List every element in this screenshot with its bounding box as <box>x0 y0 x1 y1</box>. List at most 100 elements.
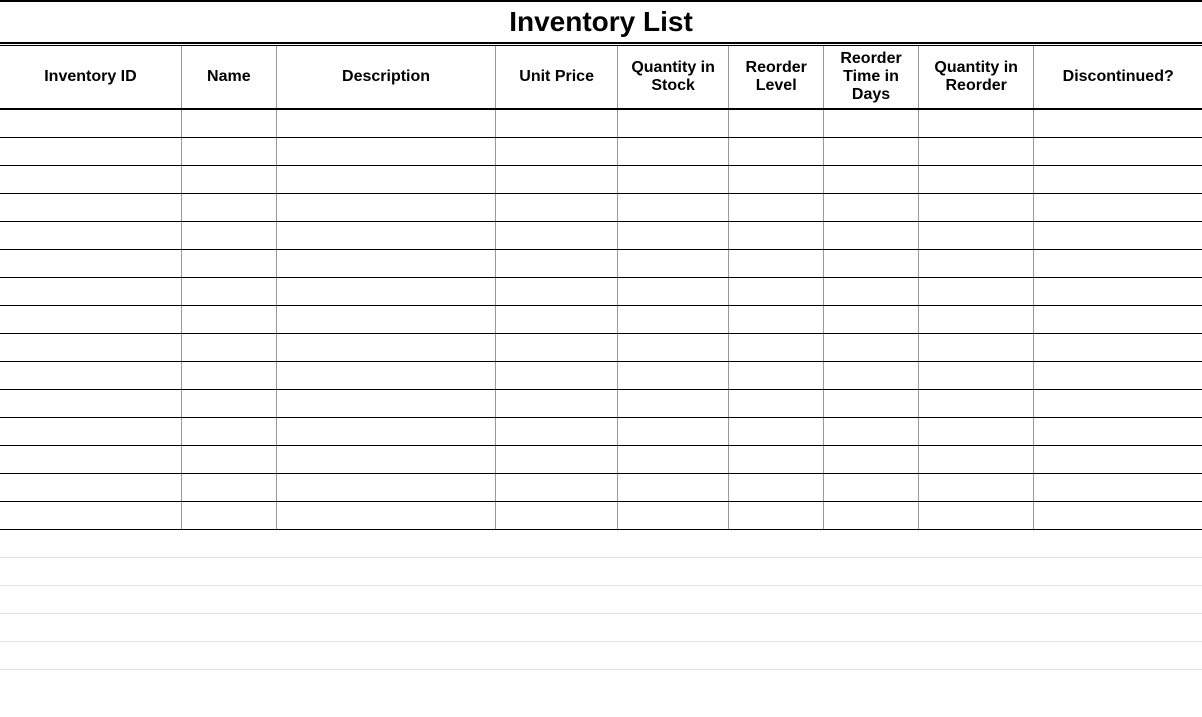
table-cell[interactable] <box>1034 221 1202 249</box>
table-cell[interactable] <box>181 585 276 613</box>
table-cell[interactable] <box>1034 277 1202 305</box>
table-cell[interactable] <box>617 249 728 277</box>
table-cell[interactable] <box>496 613 618 641</box>
table-cell[interactable] <box>0 557 181 585</box>
table-cell[interactable] <box>617 165 728 193</box>
table-cell[interactable] <box>729 585 824 613</box>
table-cell[interactable] <box>276 305 496 333</box>
table-cell[interactable] <box>729 249 824 277</box>
table-cell[interactable] <box>729 165 824 193</box>
table-cell[interactable] <box>617 501 728 529</box>
table-cell[interactable] <box>918 585 1033 613</box>
table-cell[interactable] <box>918 137 1033 165</box>
table-cell[interactable] <box>0 585 181 613</box>
table-cell[interactable] <box>729 109 824 137</box>
table-cell[interactable] <box>0 641 181 669</box>
table-cell[interactable] <box>729 473 824 501</box>
table-cell[interactable] <box>496 389 618 417</box>
table-cell[interactable] <box>1034 417 1202 445</box>
table-cell[interactable] <box>918 529 1033 557</box>
table-cell[interactable] <box>729 333 824 361</box>
table-cell[interactable] <box>496 193 618 221</box>
table-cell[interactable] <box>918 417 1033 445</box>
table-cell[interactable] <box>918 277 1033 305</box>
table-cell[interactable] <box>918 613 1033 641</box>
table-cell[interactable] <box>496 473 618 501</box>
table-cell[interactable] <box>181 333 276 361</box>
table-cell[interactable] <box>276 557 496 585</box>
table-cell[interactable] <box>276 165 496 193</box>
table-cell[interactable] <box>0 333 181 361</box>
table-cell[interactable] <box>496 641 618 669</box>
table-cell[interactable] <box>181 109 276 137</box>
table-cell[interactable] <box>496 557 618 585</box>
table-cell[interactable] <box>918 501 1033 529</box>
table-cell[interactable] <box>729 557 824 585</box>
table-cell[interactable] <box>1034 501 1202 529</box>
table-cell[interactable] <box>824 361 919 389</box>
table-cell[interactable] <box>276 221 496 249</box>
table-cell[interactable] <box>0 109 181 137</box>
table-cell[interactable] <box>729 361 824 389</box>
table-cell[interactable] <box>181 165 276 193</box>
table-cell[interactable] <box>617 193 728 221</box>
table-cell[interactable] <box>0 277 181 305</box>
table-cell[interactable] <box>617 109 728 137</box>
table-cell[interactable] <box>1034 137 1202 165</box>
table-cell[interactable] <box>729 641 824 669</box>
table-cell[interactable] <box>1034 557 1202 585</box>
table-cell[interactable] <box>276 137 496 165</box>
table-cell[interactable] <box>496 221 618 249</box>
table-cell[interactable] <box>824 501 919 529</box>
table-cell[interactable] <box>181 193 276 221</box>
table-cell[interactable] <box>1034 585 1202 613</box>
table-cell[interactable] <box>496 445 618 473</box>
table-cell[interactable] <box>1034 361 1202 389</box>
table-cell[interactable] <box>824 137 919 165</box>
table-cell[interactable] <box>0 417 181 445</box>
table-cell[interactable] <box>1034 193 1202 221</box>
table-cell[interactable] <box>0 473 181 501</box>
table-cell[interactable] <box>918 305 1033 333</box>
table-cell[interactable] <box>181 389 276 417</box>
table-cell[interactable] <box>617 417 728 445</box>
table-cell[interactable] <box>1034 529 1202 557</box>
table-cell[interactable] <box>496 165 618 193</box>
table-cell[interactable] <box>181 641 276 669</box>
table-cell[interactable] <box>824 641 919 669</box>
table-cell[interactable] <box>496 305 618 333</box>
table-cell[interactable] <box>918 473 1033 501</box>
table-cell[interactable] <box>276 361 496 389</box>
table-cell[interactable] <box>617 473 728 501</box>
table-cell[interactable] <box>496 417 618 445</box>
table-cell[interactable] <box>181 613 276 641</box>
table-cell[interactable] <box>617 361 728 389</box>
table-cell[interactable] <box>0 501 181 529</box>
table-cell[interactable] <box>918 109 1033 137</box>
table-cell[interactable] <box>617 277 728 305</box>
table-cell[interactable] <box>276 585 496 613</box>
table-cell[interactable] <box>918 361 1033 389</box>
table-cell[interactable] <box>181 221 276 249</box>
table-cell[interactable] <box>181 473 276 501</box>
table-cell[interactable] <box>276 417 496 445</box>
table-cell[interactable] <box>1034 305 1202 333</box>
table-cell[interactable] <box>496 277 618 305</box>
table-cell[interactable] <box>824 585 919 613</box>
table-cell[interactable] <box>918 445 1033 473</box>
table-cell[interactable] <box>0 193 181 221</box>
table-cell[interactable] <box>276 445 496 473</box>
table-cell[interactable] <box>1034 333 1202 361</box>
table-cell[interactable] <box>181 305 276 333</box>
table-cell[interactable] <box>496 109 618 137</box>
table-cell[interactable] <box>496 501 618 529</box>
table-cell[interactable] <box>729 445 824 473</box>
table-cell[interactable] <box>729 221 824 249</box>
table-cell[interactable] <box>824 473 919 501</box>
table-cell[interactable] <box>496 137 618 165</box>
table-cell[interactable] <box>0 305 181 333</box>
table-cell[interactable] <box>617 585 728 613</box>
table-cell[interactable] <box>918 249 1033 277</box>
table-cell[interactable] <box>617 445 728 473</box>
table-cell[interactable] <box>729 277 824 305</box>
